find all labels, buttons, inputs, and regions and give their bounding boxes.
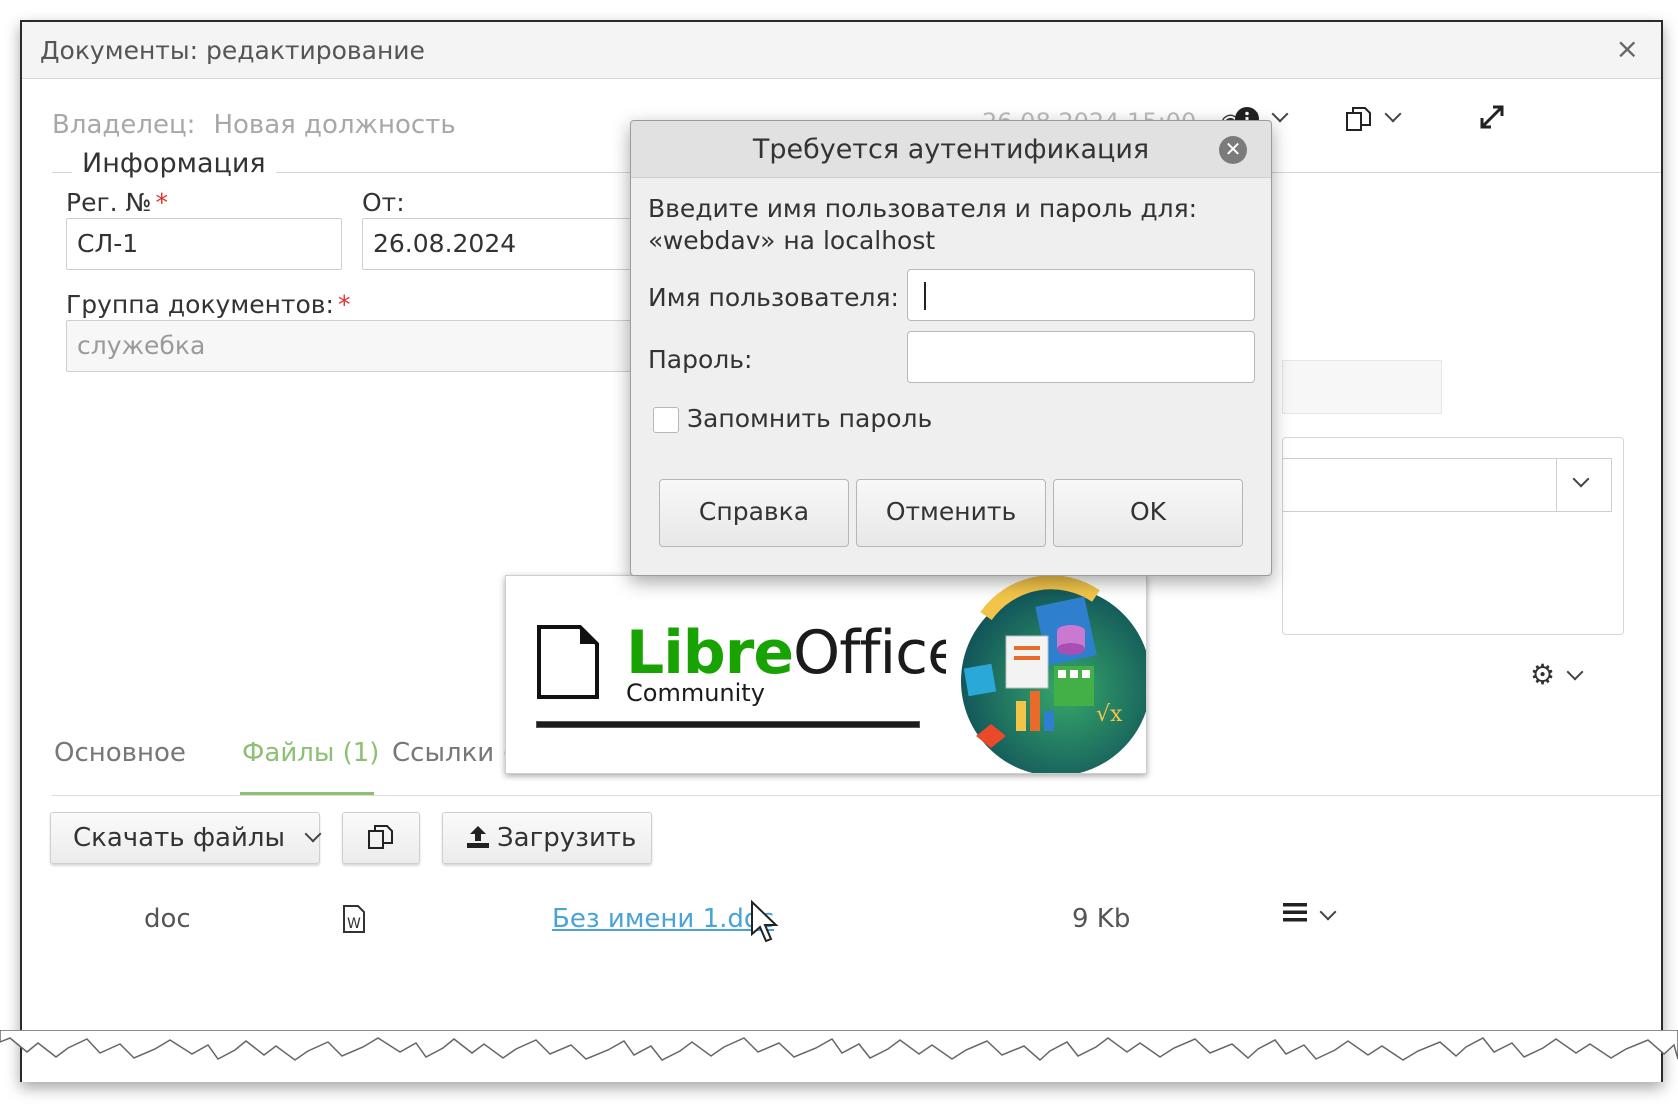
dialog-message: Введите имя пользователя и пароль для: «… [648, 194, 1198, 255]
svg-text:W: W [347, 916, 361, 932]
date-from-label: От: [362, 188, 405, 217]
download-files-button[interactable]: Скачать файлы [50, 812, 322, 864]
libreoffice-logo: LibreOffice [626, 618, 964, 688]
libreoffice-splash-art: √x [946, 576, 1146, 773]
tabs-divider [52, 795, 1661, 796]
combo-dropdown-button[interactable] [1556, 459, 1611, 511]
file-type: doc [144, 904, 191, 934]
libreoffice-splash: LibreOffice Community √x [505, 575, 1147, 774]
libreoffice-edition: Community [626, 679, 765, 707]
chevron-down-icon [304, 825, 322, 843]
password-label: Пароль: [648, 345, 753, 374]
copy-icon [1346, 107, 1371, 131]
file-actions-menu[interactable] [1282, 900, 1337, 931]
dialog-titlebar: Требуется аутентификация ✕ [631, 121, 1271, 178]
auth-dialog: Требуется аутентификация ✕ Введите имя п… [630, 120, 1272, 576]
upload-button[interactable]: Загрузить [442, 812, 652, 864]
tab-files[interactable]: Файлы (1) [242, 738, 379, 768]
owner-value: Новая должность [213, 110, 456, 140]
password-input[interactable] [907, 331, 1255, 383]
settings-menu-button[interactable]: ⚙ [1530, 658, 1584, 691]
menu-icon [1283, 903, 1307, 922]
chevron-down-icon [1271, 105, 1289, 123]
required-mark: * [337, 290, 351, 319]
doc-group-label: Группа документов: * [66, 290, 351, 319]
remember-password-checkbox[interactable] [653, 407, 679, 433]
tab-main[interactable]: Основное [54, 738, 186, 768]
window-close-button[interactable]: × [1616, 32, 1639, 65]
doc-group-select[interactable]: служебка [66, 320, 636, 372]
mouse-cursor-icon [751, 900, 779, 943]
file-row: doc W Без имени 1.doc 9 Kb [52, 892, 1632, 952]
required-mark: * [155, 188, 169, 217]
reg-number-label: Рег. № * [66, 188, 168, 217]
svg-text:√x: √x [1096, 702, 1123, 727]
chevron-down-icon [1572, 470, 1590, 488]
chevron-down-icon [1319, 903, 1337, 921]
window-titlebar: Документы: редактирование × [22, 22, 1661, 79]
dialog-close-button[interactable]: ✕ [1219, 136, 1247, 164]
text-caret [924, 282, 926, 310]
torn-edge-decoration [0, 1030, 1678, 1062]
reg-number-input[interactable]: СЛ-1 [66, 218, 342, 270]
file-name-link[interactable]: Без имени 1.doc [552, 904, 774, 934]
copy-menu-button[interactable] [1345, 104, 1402, 133]
file-size: 9 Kb [1072, 904, 1131, 934]
cancel-button[interactable]: Отменить [856, 479, 1046, 547]
disabled-field [1282, 360, 1442, 414]
ok-button[interactable]: OK [1053, 479, 1243, 547]
dialog-title: Требуется аутентификация [752, 134, 1150, 165]
loading-progress-bar [536, 721, 920, 728]
upload-icon [467, 826, 489, 848]
window-title: Документы: редактирование [40, 36, 425, 65]
username-input[interactable] [907, 269, 1255, 321]
word-doc-icon: W [343, 905, 365, 933]
date-from-input[interactable]: 26.08.2024 [362, 218, 632, 270]
chevron-down-icon [1566, 663, 1584, 681]
copy-file-button[interactable] [342, 812, 420, 864]
owner-line: Владелец: Новая должность [52, 110, 456, 140]
expand-button[interactable] [1479, 104, 1505, 136]
username-label: Имя пользователя: [648, 283, 899, 312]
owner-label: Владелец: [52, 110, 196, 140]
side-combo[interactable] [1282, 458, 1612, 512]
section-title: Информация [72, 148, 276, 179]
active-tab-indicator [240, 792, 374, 795]
chevron-down-icon [1384, 105, 1402, 123]
copy-icon [368, 825, 393, 849]
expand-icon [1480, 105, 1504, 129]
libreoffice-doc-icon [537, 625, 599, 699]
help-button[interactable]: Справка [659, 479, 849, 547]
gear-icon: ⚙ [1530, 658, 1556, 691]
remember-password-label[interactable]: Запомнить пароль [687, 404, 932, 433]
